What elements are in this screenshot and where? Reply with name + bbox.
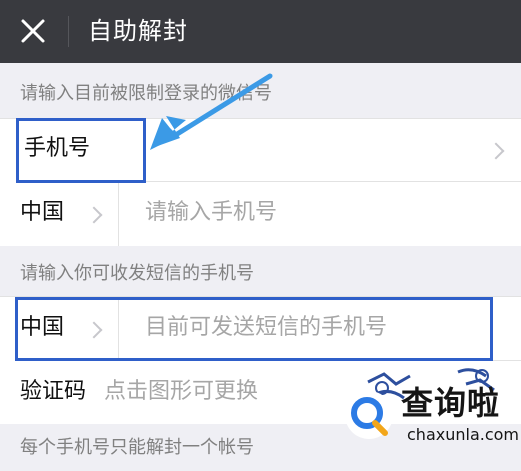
highlight-box [16, 118, 146, 183]
section2-label: 请输入你可收发短信的手机号 [20, 263, 254, 284]
annotation-arrow-icon [150, 73, 273, 150]
footnote: 每个手机号只能解封一个帐号 [20, 437, 254, 458]
chevron-right-icon [85, 206, 103, 224]
divider [118, 182, 119, 246]
watermark-sub-text: chaxunla.com [407, 425, 519, 444]
title-divider [68, 16, 69, 47]
chevron-right-icon [487, 142, 505, 160]
watermark-main-text: 查询啦 [401, 384, 501, 422]
close-icon[interactable] [16, 14, 50, 48]
watermark: 查询啦 chaxunla.com [335, 375, 521, 455]
country-selector[interactable]: 中国 [0, 182, 118, 245]
phone-input[interactable]: 请输入手机号 [145, 198, 277, 228]
watermark-logo-icon [345, 391, 393, 439]
country-label: 中国 [20, 200, 65, 225]
title-bar: 自助解封 [0, 0, 521, 63]
verification-code-label: 验证码 [20, 379, 87, 404]
highlight-box [15, 297, 493, 361]
verification-code-input[interactable]: 点击图形可更换 [104, 377, 258, 407]
page-title: 自助解封 [88, 17, 188, 45]
